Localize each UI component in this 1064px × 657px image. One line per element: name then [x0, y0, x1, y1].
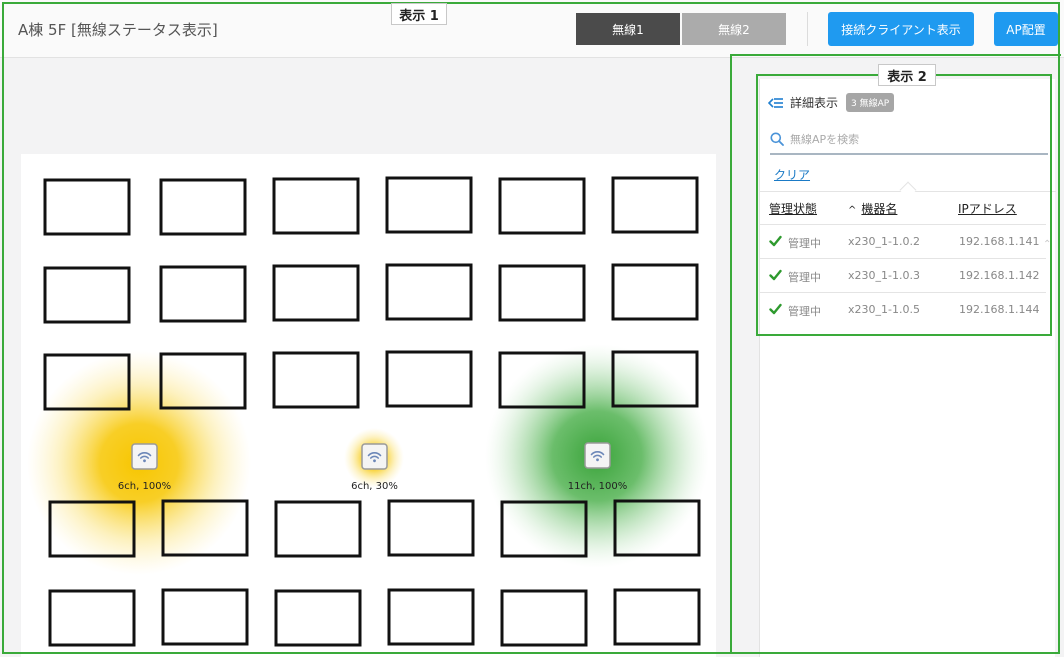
- annotation-outline-view1-inner: [730, 54, 1061, 654]
